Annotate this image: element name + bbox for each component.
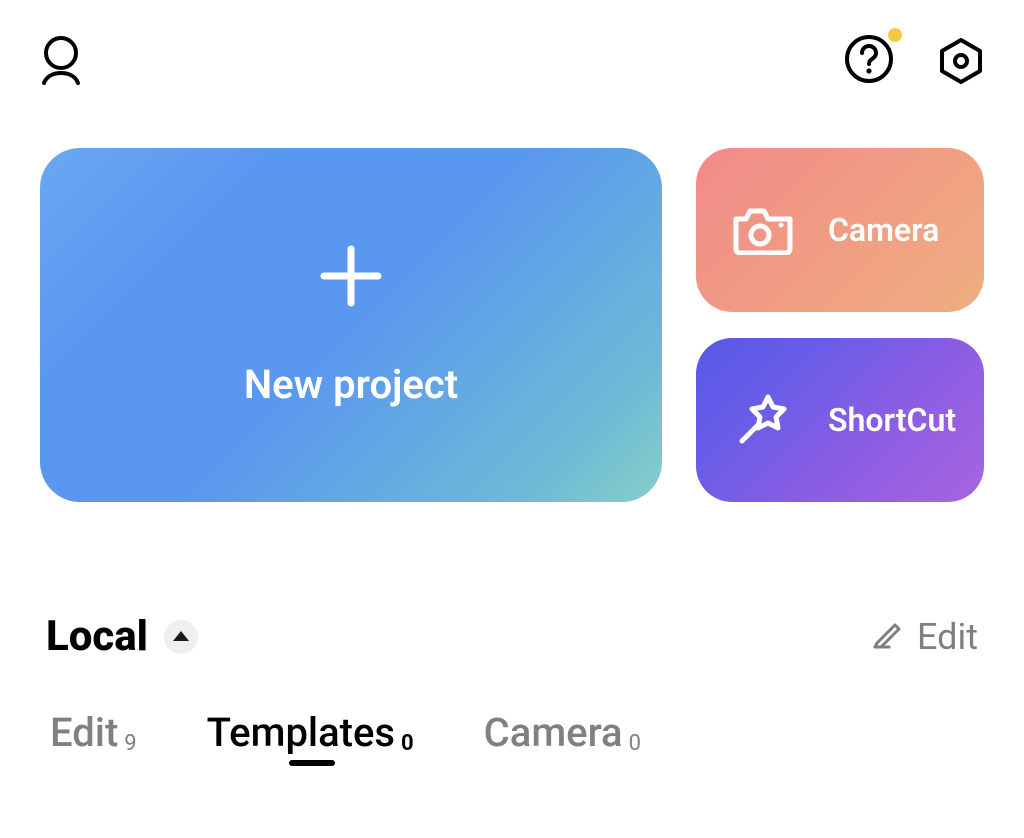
camera-icon <box>732 199 794 261</box>
tab-templates[interactable]: Templates 0 <box>207 709 414 756</box>
new-project-button[interactable]: New project <box>40 148 662 502</box>
local-title: Local <box>46 612 148 661</box>
shortcut-button[interactable]: ShortCut <box>696 338 984 502</box>
profile-icon[interactable] <box>38 35 84 87</box>
main-cards: New project Camera ShortCut <box>0 100 1024 502</box>
help-icon[interactable] <box>844 34 894 84</box>
camera-button[interactable]: Camera <box>696 148 984 312</box>
plus-icon <box>318 243 384 321</box>
shortcut-label: ShortCut <box>828 401 956 439</box>
tab-edit[interactable]: Edit 9 <box>50 709 137 756</box>
app-header <box>0 0 1024 100</box>
camera-label: Camera <box>828 211 939 249</box>
tab-camera[interactable]: Camera 0 <box>484 709 641 756</box>
chevron-up-icon <box>173 631 189 641</box>
settings-gear-icon[interactable] <box>936 36 986 86</box>
notification-dot <box>888 28 902 42</box>
pencil-icon <box>871 615 905 658</box>
new-project-label: New project <box>244 361 458 408</box>
local-section: Local Edit Edit 9 Templates 0 Camera <box>0 502 1024 756</box>
local-collapse-toggle[interactable] <box>164 620 198 654</box>
magic-wand-icon <box>732 389 794 451</box>
local-tabs: Edit 9 Templates 0 Camera 0 <box>46 661 978 756</box>
edit-label: Edit <box>917 616 978 658</box>
edit-button[interactable]: Edit <box>871 615 978 658</box>
